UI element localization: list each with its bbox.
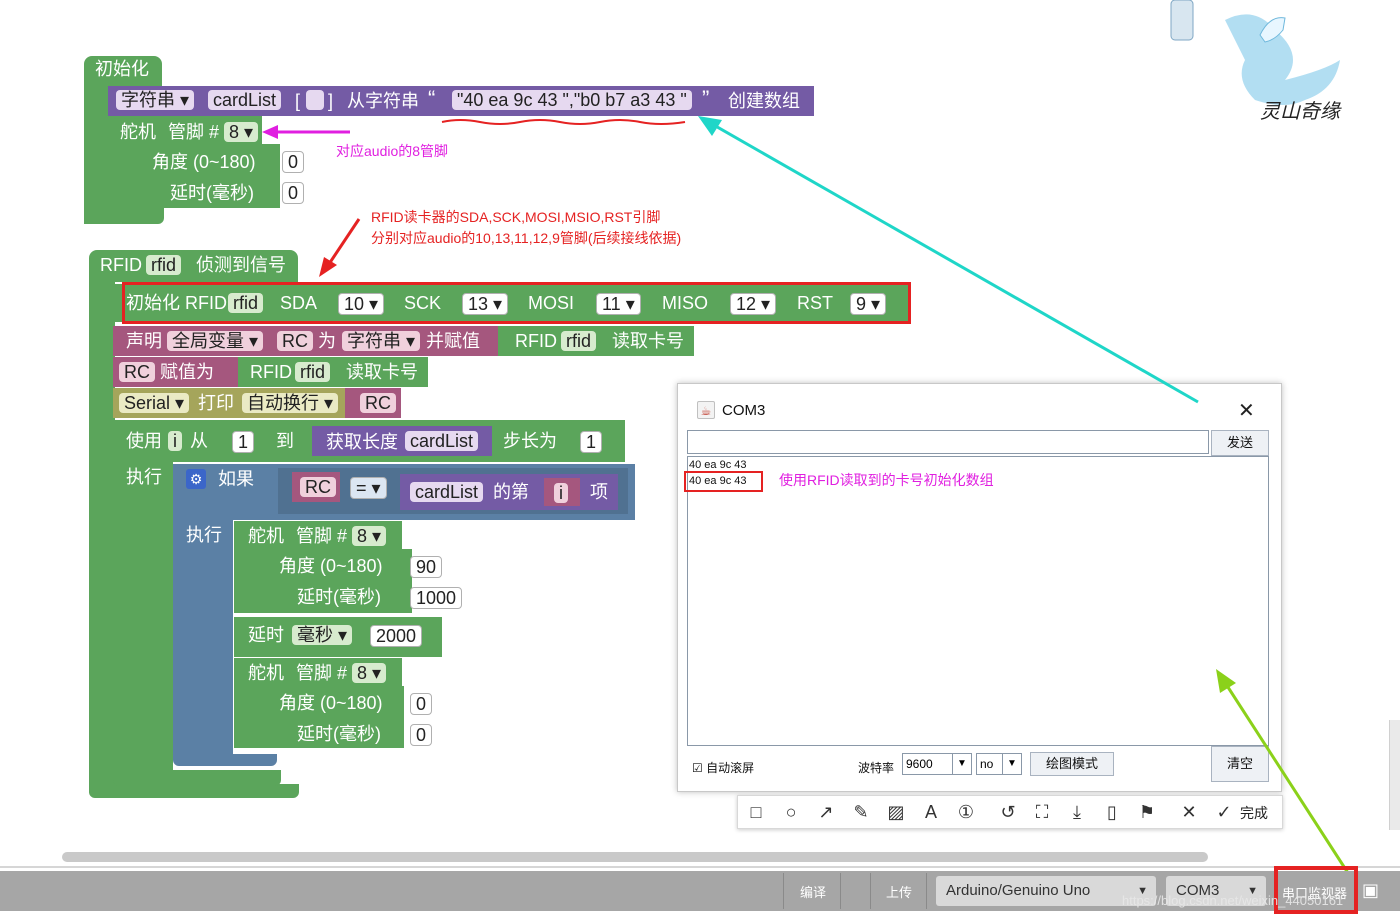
mosi-pin[interactable]: 11 ▾ [596,293,641,315]
pin-icon[interactable]: ⚑ [1136,802,1158,822]
text-icon[interactable]: A [920,802,942,822]
undo-icon[interactable]: ↺ [997,802,1019,822]
svg-text:灵山奇缘: 灵山奇缘 [1260,99,1342,123]
gear-icon[interactable]: ⚙ [186,469,206,489]
autoscroll-checkbox[interactable]: ☑ 自动滚屏 [692,759,754,776]
annotation-arrow-red [319,218,361,277]
array-size[interactable] [306,90,324,110]
array-type-dropdown[interactable]: 字符串 ▾ [116,90,195,110]
angle-input-2[interactable]: 0 [410,693,433,715]
serial-note: 使用RFID读取到的卡号初始化数组 [779,472,994,488]
scope-dropdown[interactable]: 全局变量 ▾ [167,331,264,351]
download-icon[interactable]: ⤓ [1066,802,1088,822]
underline-mark [441,119,686,125]
rectangle-icon[interactable]: □ [745,802,767,822]
upload-button[interactable]: 上传 [886,882,912,901]
plot-mode-button[interactable]: 绘图模式 [1030,752,1114,776]
delay-input-1[interactable]: 1000 [410,587,463,609]
sck-pin[interactable]: 13 ▾ [462,293,509,315]
wait-unit-dropdown[interactable]: 毫秒 ▾ [292,625,353,645]
annotation-arrow-cyan [698,116,1199,404]
rfid-var[interactable]: rfid [146,255,182,275]
chip-icon[interactable]: ▣ [1362,880,1379,901]
annotation-arrow-green [1216,669,1350,874]
watermark: https://blog.csdn.net/weixin_44050161 [1122,893,1344,908]
annotation-arrow-magenta [262,125,350,139]
pen-icon[interactable]: ✎ [850,802,872,822]
delay-input-2[interactable]: 0 [410,724,433,746]
sda-pin[interactable]: 10 ▾ [338,293,385,315]
close-icon[interactable]: ✕ [1238,398,1255,423]
angle-input[interactable]: 0 [282,151,305,173]
type-dropdown[interactable]: 字符串 ▾ [342,331,421,351]
compare-op[interactable]: = ▾ [350,477,387,499]
for-step[interactable]: 1 [580,431,603,453]
output-line-1: 40 ea 9c 43 [689,459,747,471]
ellipse-icon[interactable]: ○ [780,802,802,822]
array-string-value[interactable]: "40 ea 9c 43 ","b0 b7 a3 43 " [452,90,692,110]
crop-icon[interactable]: ⛶ [1031,802,1053,822]
arrow-icon[interactable]: ↗ [815,802,837,822]
send-input[interactable] [687,430,1209,454]
serial-monitor-window[interactable]: ☕ COM3 ✕ 发送 40 ea 9c 43 40 ea 9c 43 使用RF… [677,383,1282,792]
output-area [687,456,1269,746]
servo-pin-dropdown[interactable]: 8 ▾ [224,122,259,142]
var-rc[interactable]: RC [277,331,313,351]
wait-input[interactable]: 2000 [370,625,423,647]
output-highlight [684,471,763,492]
baud-select[interactable]: 9600 ▼ [902,753,972,775]
annotation-audio8: 对应audio的8管脚 [336,143,449,159]
cancel-icon[interactable]: ✕ [1178,802,1200,822]
number-icon[interactable]: ① [955,802,977,822]
array-name[interactable]: cardList [208,90,282,110]
annotation-rfid-pins: RFID读卡器的SDA,SCK,MOSI,MSIO,RST引脚 分别对应audi… [371,209,682,246]
delay-input[interactable]: 0 [282,182,305,204]
horizontal-scrollbar[interactable] [62,852,1208,862]
send-button[interactable]: 发送 [1211,430,1269,456]
compile-button[interactable]: 编译 [800,882,826,901]
serial-dropdown[interactable]: Serial ▾ [119,393,190,413]
init-header: 初始化 [95,59,149,79]
angle-input-1[interactable]: 90 [410,556,443,578]
line-ending-select[interactable]: no ▼ [976,753,1022,775]
mosaic-icon[interactable]: ▨ [885,802,907,822]
for-from[interactable]: 1 [232,431,255,453]
newline-dropdown[interactable]: 自动换行 ▾ [242,393,339,413]
phone-icon[interactable]: ▯ [1101,802,1123,822]
